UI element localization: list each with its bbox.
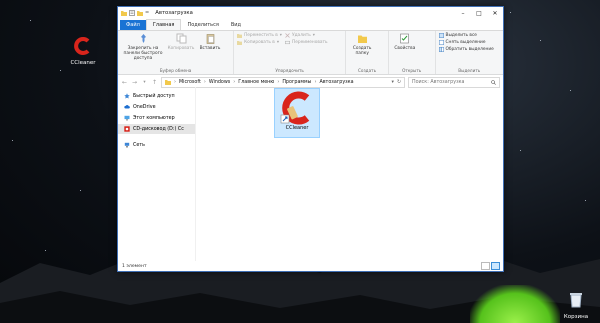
- file-item-ccleaner[interactable]: CCleaner: [274, 88, 320, 138]
- desktop-icon-ccleaner[interactable]: CCleaner: [63, 37, 103, 66]
- close-button[interactable]: ✕: [487, 7, 503, 19]
- new-folder-button[interactable]: Создать папку: [349, 33, 375, 56]
- move-to-button[interactable]: Переместить в ▾: [237, 33, 282, 38]
- recent-locations-button[interactable]: ▾: [141, 80, 148, 85]
- group-label-clipboard: Буфер обмена: [159, 68, 192, 73]
- rename-button[interactable]: Переименовать: [285, 40, 328, 45]
- delete-icon: [285, 33, 290, 38]
- explorer-window: = Автозагрузка – □ ✕ Файл Главная Подели…: [117, 6, 504, 272]
- pin-to-quick-access-button[interactable]: Закрепить на панели быстрого доступа: [121, 33, 165, 61]
- minimize-button[interactable]: –: [455, 7, 471, 19]
- breadcrumb-start-menu[interactable]: Главное меню: [238, 80, 274, 85]
- select-all-icon: [438, 33, 444, 38]
- nav-item-quick-access[interactable]: Быстрый доступ: [118, 91, 195, 101]
- copy-icon: [176, 33, 186, 44]
- copy-button[interactable]: Копировать: [168, 33, 194, 51]
- folder-icon: [121, 11, 127, 16]
- ribbon-group-organize: Переместить в ▾ Копировать в ▾ Удалить ▾ Пе…: [234, 31, 347, 74]
- nav-item-cd-drive[interactable]: CD-дисковод (D:) Cc: [118, 124, 195, 134]
- new-folder-icon[interactable]: [137, 10, 143, 16]
- cd-drive-icon: [124, 126, 130, 132]
- select-buttons: Выделить все Снять выделение Обратить вы…: [438, 33, 494, 52]
- breadcrumb-windows[interactable]: Windows: [209, 80, 230, 85]
- paste-button[interactable]: Вставить: [197, 33, 223, 51]
- desktop-icon-label: Корзина: [563, 314, 589, 320]
- organize-col-2: Удалить ▾ Переименовать: [285, 33, 328, 45]
- file-list: CCleaner: [196, 87, 503, 261]
- cloud-icon: [124, 104, 130, 109]
- select-none-icon: [438, 40, 444, 45]
- invert-selection-icon: [438, 47, 444, 52]
- search-placeholder: Поиск: Автозагрузка: [412, 79, 465, 85]
- file-name: CCleaner: [285, 125, 309, 131]
- group-label-select: Выделить: [458, 68, 481, 73]
- nav-item-onedrive[interactable]: OneDrive: [118, 102, 195, 112]
- network-icon: [124, 142, 130, 148]
- folder-icon: [165, 80, 171, 85]
- copy-to-button[interactable]: Копировать в ▾: [237, 40, 282, 45]
- copy-to-icon: [237, 41, 243, 45]
- pin-icon: [140, 34, 146, 43]
- ribbon-group-open: Свойства Открыть: [389, 31, 436, 74]
- group-label-open: Открыть: [402, 68, 422, 73]
- search-icon: [491, 79, 496, 85]
- recycle-bin-icon: [570, 293, 582, 308]
- up-button[interactable]: ↑: [151, 79, 158, 86]
- forward-button[interactable]: →: [131, 79, 138, 86]
- move-icon: [237, 34, 243, 38]
- organize-col-1: Переместить в ▾ Копировать в ▾: [237, 33, 282, 45]
- maximize-button[interactable]: □: [471, 7, 487, 19]
- window-controls: – □ ✕: [455, 7, 503, 19]
- navigation-pane: Быстрый доступ OneDrive Этот компьютер C…: [118, 87, 196, 261]
- properties-button[interactable]: Свойства: [392, 33, 418, 51]
- desktop-icon-recycle-bin[interactable]: Корзина: [556, 291, 596, 320]
- title-bar: = Автозагрузка – □ ✕: [118, 7, 503, 19]
- new-folder-big-icon: [357, 35, 367, 43]
- delete-button[interactable]: Удалить ▾: [285, 33, 328, 38]
- large-icons-view-button[interactable]: [491, 262, 500, 270]
- ribbon-tabs: Файл Главная Поделиться Вид: [118, 19, 503, 31]
- ccleaner-icon: [74, 37, 90, 55]
- ribbon: Закрепить на панели быстрого доступа Коп…: [118, 31, 503, 75]
- quick-access-separator[interactable]: =: [145, 10, 149, 16]
- nav-item-network[interactable]: Сеть: [118, 140, 195, 150]
- tab-view[interactable]: Вид: [225, 20, 247, 30]
- address-bar[interactable]: › Microsoft › Windows › Главное меню › П…: [161, 76, 405, 88]
- item-count: 1 элемент: [122, 263, 147, 269]
- properties-big-icon: [400, 33, 410, 44]
- breadcrumb-microsoft[interactable]: Microsoft: [179, 80, 201, 85]
- main-content: Быстрый доступ OneDrive Этот компьютер C…: [118, 87, 503, 261]
- paste-icon: [206, 34, 214, 44]
- green-tent: [470, 285, 560, 323]
- select-all-button[interactable]: Выделить все: [438, 33, 494, 38]
- group-label-create: Создать: [357, 68, 377, 73]
- status-bar: 1 элемент: [118, 261, 503, 271]
- computer-icon: [124, 115, 130, 121]
- ribbon-group-select: Выделить все Снять выделение Обратить вы…: [436, 31, 503, 74]
- breadcrumb-programs[interactable]: Программы: [282, 80, 311, 85]
- window-title: Автозагрузка: [155, 10, 193, 16]
- address-dropdown-icon[interactable]: ▾: [392, 80, 394, 85]
- tab-home[interactable]: Главная: [145, 19, 182, 30]
- invert-selection-button[interactable]: Обратить выделение: [438, 47, 494, 52]
- rename-icon: [285, 40, 290, 45]
- tab-file[interactable]: Файл: [120, 20, 146, 30]
- nav-item-this-pc[interactable]: Этот компьютер: [118, 113, 195, 123]
- ccleaner-shortcut-icon: [280, 91, 310, 125]
- ribbon-group-clipboard: Закрепить на панели быстрого доступа Коп…: [118, 31, 235, 74]
- back-button[interactable]: ←: [121, 79, 128, 86]
- star-icon: [124, 93, 130, 99]
- ribbon-group-create: Создать папку Создать: [346, 31, 389, 74]
- quick-access-toolbar: =: [118, 10, 149, 16]
- properties-icon[interactable]: [129, 10, 135, 16]
- select-none-button[interactable]: Снять выделение: [438, 40, 494, 45]
- refresh-icon[interactable]: ↻: [397, 80, 401, 85]
- view-switcher: [481, 262, 503, 270]
- details-view-button[interactable]: [481, 262, 490, 270]
- desktop-icon-label: CCleaner: [70, 60, 96, 66]
- group-label-organize: Упорядочить: [275, 68, 304, 73]
- search-input[interactable]: Поиск: Автозагрузка: [408, 76, 500, 88]
- breadcrumb-startup[interactable]: Автозагрузка: [319, 80, 353, 85]
- tab-share[interactable]: Поделиться: [181, 20, 224, 30]
